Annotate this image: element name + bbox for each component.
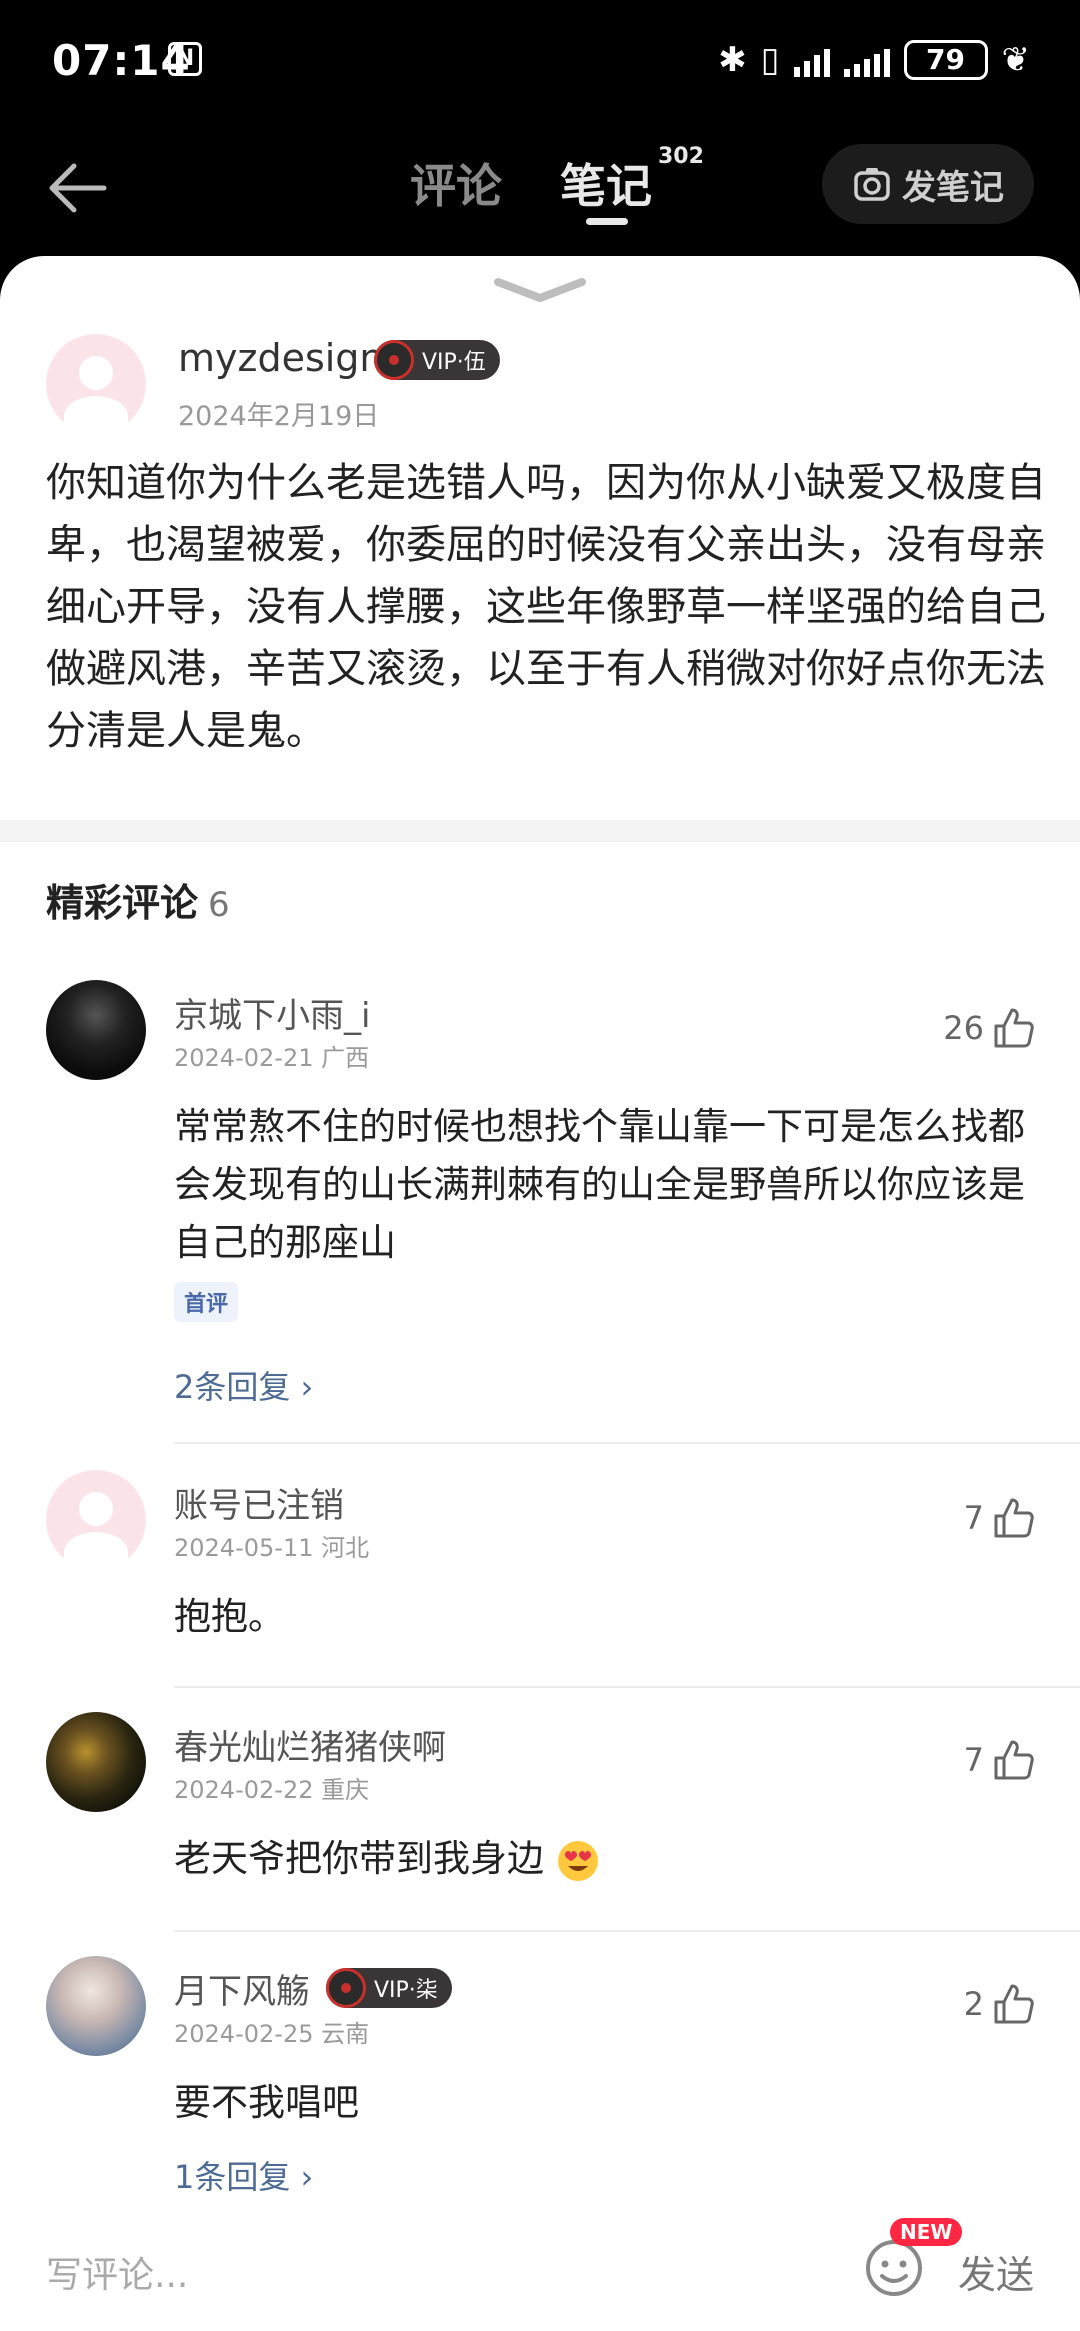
vip-badge: VIP·柒 [326, 1968, 452, 2008]
comment-date: 2024-05-11 [174, 1534, 314, 1562]
comment-item: 春光灿烂猪猪侠啊 2024-02-22 重庆 7 老天爷把你带到我身边 [0, 1712, 1080, 1932]
replies-label: 2条回复 [174, 1368, 291, 1406]
comment-meta: 2024-02-22 重庆 [174, 1770, 369, 1805]
section-divider [0, 820, 1080, 842]
commenter-name[interactable]: 京城下小雨_i [174, 988, 370, 1037]
post-author: myzdesign VIP·伍 2024年2月19日 [46, 334, 1046, 444]
vip-label: VIP·柒 [374, 1978, 438, 2003]
thumbs-up-icon [994, 1984, 1034, 2024]
first-comment-badge: 首评 [174, 1282, 239, 1322]
view-replies-link[interactable]: 2条回复 › [174, 1362, 313, 1408]
commenter-avatar[interactable] [46, 1712, 146, 1812]
comment-text: 常常熬不住的时候也想找个靠山靠一下可是怎么找都会发现有的山长满荆棘有的山全是野兽… [174, 1105, 1025, 1264]
vinyl-icon [326, 1968, 366, 2008]
comment-location: 重庆 [321, 1776, 370, 1804]
thumbs-up-icon [994, 1008, 1034, 1048]
comment-date: 2024-02-22 [174, 1776, 314, 1804]
vip-badge: VIP·伍 [374, 340, 500, 380]
signal-icon-2 [843, 43, 890, 77]
view-replies-link[interactable]: 1条回复 › [174, 2152, 313, 2198]
comment-item: 账号已注销 2024-05-11 河北 7 抱抱。 [0, 1470, 1080, 1690]
author-avatar[interactable] [46, 334, 146, 434]
send-button[interactable]: 发送 [958, 2244, 1034, 2299]
commenter-name[interactable]: 账号已注销 [174, 1478, 344, 1527]
featured-comments-title: 精彩评论 6 [46, 872, 230, 927]
comment-text: 抱抱。 [174, 1595, 285, 1638]
like-count: 7 [963, 1499, 984, 1537]
bluetooth-icon: ✱ [718, 40, 747, 80]
comment-input[interactable]: 写评论... [46, 2246, 188, 2298]
signal-icon [793, 43, 830, 77]
comment-date: 2024-02-21 [174, 1044, 314, 1072]
comment-divider [174, 1686, 1080, 1688]
commenter-avatar[interactable] [46, 1956, 146, 2056]
comment-text: 老天爷把你带到我身边 [174, 1830, 1034, 1888]
vinyl-icon [374, 340, 414, 380]
replies-label: 1条回复 [174, 2158, 291, 2196]
thumbs-up-icon [994, 1498, 1034, 1538]
comment-item: 月下风觞 VIP·柒 2024-02-25 云南 2 要不我唱吧 1条回复 › [0, 1956, 1080, 2206]
like-button[interactable]: 7 [964, 1496, 1036, 1540]
top-navigation: 评论 笔记 302 发笔记 [0, 120, 1080, 260]
heart-eyes-emoji-icon [557, 1840, 598, 1881]
comment-input-bar: 写评论... NEW 发送 [0, 2208, 1080, 2331]
comment-date: 2024-02-25 [174, 2020, 314, 2048]
commenter-name[interactable]: 春光灿烂猪猪侠啊 [174, 1720, 446, 1769]
tab-active-indicator [586, 218, 628, 225]
collapse-handle-icon[interactable] [492, 274, 588, 304]
author-name[interactable]: myzdesign [178, 336, 384, 380]
tab-notes-count: 302 [658, 144, 704, 169]
comment-text-content: 老天爷把你带到我身边 [174, 1837, 544, 1880]
like-button[interactable]: 7 [964, 1738, 1036, 1782]
new-badge: NEW [890, 2218, 963, 2246]
comment-item: 京城下小雨_i 2024-02-21 广西 26 常常熬不住的时候也想找个靠山靠… [0, 980, 1080, 1450]
chevron-right-icon: › [300, 1368, 314, 1406]
leaf-icon: ❦ [1001, 40, 1031, 80]
tab-comments[interactable]: 评论 [410, 150, 502, 216]
comment-location: 河北 [321, 1534, 370, 1562]
featured-comments-count: 6 [208, 885, 230, 925]
comment-divider [174, 1930, 1080, 1932]
post-note-button[interactable]: 发笔记 [822, 144, 1034, 224]
thumbs-up-icon [994, 1740, 1034, 1780]
nfc-icon: N [168, 42, 202, 76]
like-button[interactable]: 2 [964, 1982, 1036, 2026]
comment-location: 云南 [321, 2020, 370, 2048]
post-note-label: 发笔记 [902, 167, 1004, 208]
tab-notes-label: 笔记 [560, 159, 652, 213]
comment-text: 要不我唱吧 [174, 2081, 359, 2124]
commenter-name[interactable]: 月下风觞 [174, 1964, 310, 2013]
featured-comments-label: 精彩评论 [46, 881, 199, 925]
comment-meta: 2024-02-25 云南 [174, 2014, 369, 2049]
like-count: 2 [963, 1985, 984, 2023]
comment-divider [174, 1442, 1080, 1444]
comment-meta: 2024-05-11 河北 [174, 1528, 369, 1563]
like-count: 26 [943, 1009, 984, 1047]
camera-icon [854, 168, 890, 201]
vip-label: VIP·伍 [422, 350, 486, 375]
tab-notes[interactable]: 笔记 302 [560, 144, 704, 216]
battery-indicator: 79 [903, 40, 988, 80]
commenter-avatar[interactable] [46, 980, 146, 1080]
back-arrow-icon[interactable] [44, 158, 114, 218]
like-count: 7 [963, 1741, 984, 1779]
post-body: 你知道你为什么老是选错人吗，因为你从小缺爱又极度自卑，也渴望被爱，你委屈的时候没… [46, 460, 1046, 754]
comment-location: 广西 [321, 1044, 370, 1072]
comment-meta: 2024-02-21 广西 [174, 1038, 369, 1073]
status-bar: 07:14 N ✱ ▯ 79 ❦ [0, 0, 1080, 120]
vibrate-icon: ▯ [760, 40, 780, 80]
chevron-right-icon: › [300, 2158, 314, 2196]
commenter-avatar[interactable] [46, 1470, 146, 1570]
post-date: 2024年2月19日 [178, 401, 380, 432]
like-button[interactable]: 26 [943, 1006, 1036, 1050]
